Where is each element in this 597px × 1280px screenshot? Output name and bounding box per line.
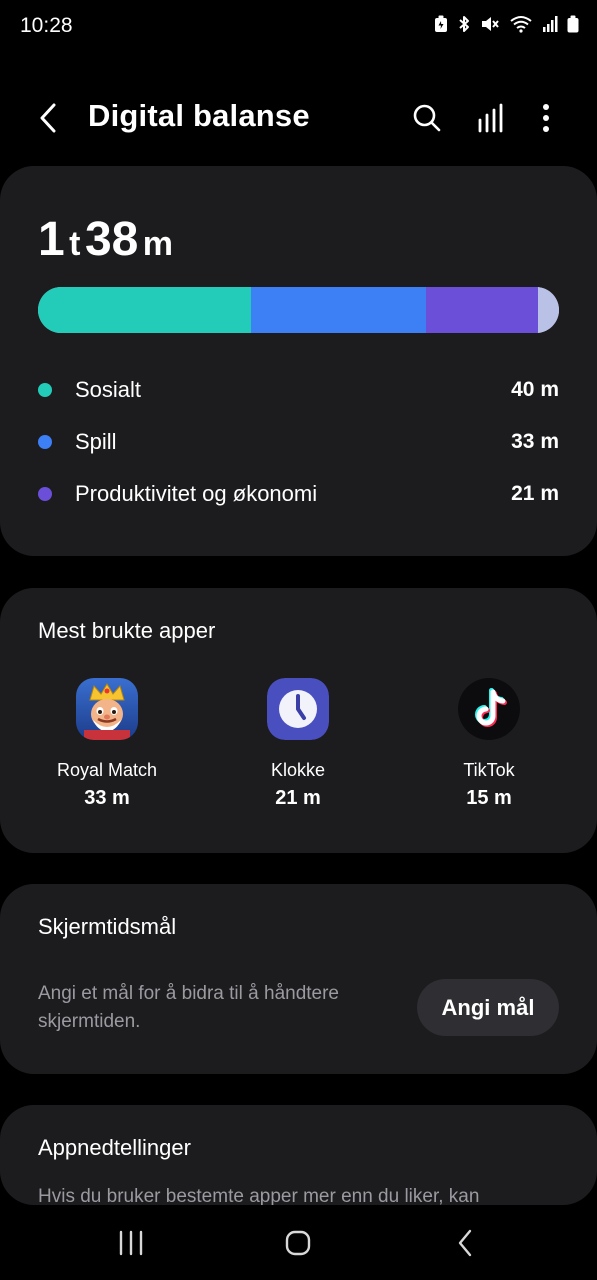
- screen-time-goal-card: Skjermtidsmål Angi et mål for å bidra ti…: [0, 884, 597, 1074]
- set-goal-button[interactable]: Angi mål: [417, 979, 559, 1036]
- wifi-icon: [509, 15, 533, 33]
- battery-saver-icon: [434, 15, 448, 33]
- screen-time-summary-card[interactable]: 1 t 38 m Sosialt 40 m Spill 33 m Produkt…: [0, 166, 597, 556]
- tiktok-icon: [458, 678, 520, 740]
- more-options-button[interactable]: [524, 96, 568, 140]
- most-used-title: Mest brukte apper: [38, 618, 216, 643]
- status-icons: [434, 15, 579, 33]
- legend-row-social: Sosialt 40 m: [38, 364, 559, 416]
- app-item-tiktok[interactable]: TikTok 15 m: [409, 678, 569, 810]
- category-legend: Sosialt 40 m Spill 33 m Produktivitet og…: [38, 364, 559, 520]
- signal-icon: [542, 15, 558, 33]
- more-vert-icon: [543, 104, 549, 132]
- usage-bar-segment: [250, 287, 427, 333]
- bar-chart-icon: [478, 103, 503, 133]
- mute-icon: [480, 15, 500, 33]
- app-name: Klokke: [270, 760, 326, 780]
- search-icon: [413, 104, 441, 132]
- royal-match-icon: [76, 678, 138, 740]
- app-name: TikTok: [463, 760, 515, 780]
- legend-label: Produktivitet og økonomi: [75, 481, 318, 506]
- hours-unit: t: [69, 225, 81, 263]
- legend-label: Sosialt: [75, 377, 142, 402]
- app-timers-title: Appnedtellinger: [38, 1135, 191, 1160]
- legend-row-productivity: Produktivitet og økonomi 21 m: [38, 468, 559, 520]
- nav-back-button[interactable]: [435, 1223, 495, 1263]
- usage-breakdown-bar: [38, 287, 559, 333]
- legend-row-games: Spill 33 m: [38, 416, 559, 468]
- app-time: 21 m: [275, 787, 321, 809]
- legend-dot: [38, 487, 52, 501]
- home-button[interactable]: [268, 1223, 328, 1263]
- legend-dot: [38, 383, 52, 397]
- total-minutes: 38: [84, 213, 139, 266]
- usage-bar-segment: [426, 287, 538, 333]
- most-used-apps-card: Mest brukte apper Royal Match 33 m Klokk…: [0, 588, 597, 853]
- back-button[interactable]: [28, 96, 68, 140]
- battery-icon: [567, 15, 579, 33]
- home-icon: [285, 1230, 311, 1256]
- usage-stats-button[interactable]: [468, 96, 512, 140]
- total-hours: 1: [38, 213, 65, 266]
- usage-bar-segment: [38, 287, 251, 333]
- search-button[interactable]: [405, 96, 449, 140]
- back-arrow-icon: [40, 103, 56, 133]
- status-time: 10:28: [20, 14, 73, 37]
- app-item-royal-match[interactable]: Royal Match 33 m: [27, 678, 187, 810]
- total-screen-time: 1 t 38 m: [38, 212, 173, 267]
- app-header: Digital balanse: [0, 84, 597, 152]
- app-name: Royal Match: [56, 760, 158, 780]
- minutes-unit: m: [142, 225, 174, 263]
- screen-time-goal-description: Angi et mål for å bidra til å håndtere s…: [38, 983, 340, 1032]
- app-timers-card[interactable]: Appnedtellinger Hvis du bruker bestemte …: [0, 1105, 597, 1205]
- app-time: 33 m: [84, 787, 130, 809]
- app-timers-description: Hvis du bruker bestemte apper mer enn du…: [38, 1186, 480, 1205]
- digital-wellbeing-screen: 10:28 Digital balanse 1 t 38 m Sosialt 4…: [0, 0, 597, 1280]
- legend-dot: [38, 435, 52, 449]
- recents-icon: [119, 1230, 143, 1256]
- app-item-klokke[interactable]: Klokke 21 m: [218, 678, 378, 810]
- page-title: Digital balanse: [88, 98, 310, 133]
- clock-icon: [267, 678, 329, 740]
- usage-bar-segment: [537, 287, 559, 333]
- legend-value: 21 m: [511, 482, 559, 505]
- most-used-apps-list: Royal Match 33 m Klokke 21 m TikTok 15 m: [0, 678, 597, 828]
- app-time: 15 m: [466, 787, 512, 809]
- status-bar: 10:28: [0, 0, 597, 54]
- legend-value: 40 m: [511, 378, 559, 401]
- screen-time-goal-title: Skjermtidsmål: [38, 914, 177, 939]
- legend-label: Spill: [75, 429, 117, 454]
- recents-button[interactable]: [101, 1223, 161, 1263]
- chevron-left-icon: [458, 1229, 472, 1257]
- legend-value: 33 m: [511, 430, 559, 453]
- navigation-bar: [0, 1205, 597, 1280]
- bluetooth-icon: [457, 15, 471, 33]
